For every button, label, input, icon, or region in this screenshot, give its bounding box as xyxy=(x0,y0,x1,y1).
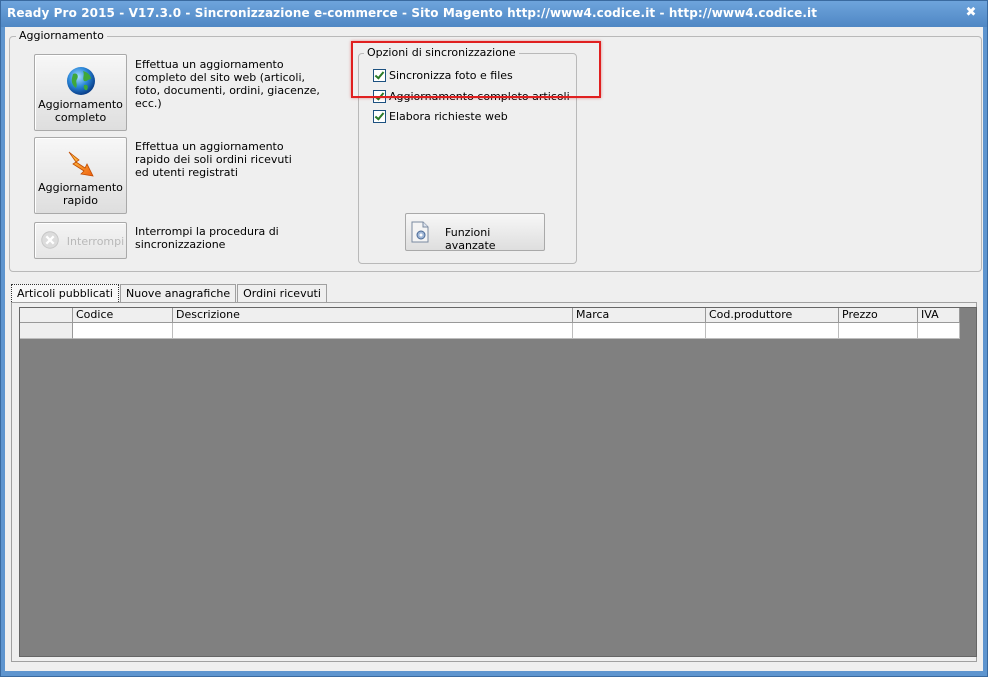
aggiornamento-group-title: Aggiornamento xyxy=(16,29,107,42)
tab-articoli-pubblicati[interactable]: Articoli pubblicati xyxy=(11,284,119,304)
column-header[interactable]: Descrizione xyxy=(173,308,573,322)
column-header[interactable]: Marca xyxy=(573,308,706,322)
close-button[interactable]: ✖ xyxy=(963,5,979,21)
grid-cell[interactable] xyxy=(706,323,839,339)
checkbox-checked-icon xyxy=(373,110,386,123)
funzioni-avanzate-label: Funzioni avanzate xyxy=(445,226,496,252)
column-header[interactable]: Cod.produttore xyxy=(706,308,839,322)
tab-panel: Codice Descrizione Marca Cod.produttore … xyxy=(11,302,977,662)
grid-cell[interactable] xyxy=(839,323,918,339)
aggiornamento-completo-button[interactable]: Aggiornamento completo xyxy=(34,54,127,131)
window-title: Ready Pro 2015 - V17.3.0 - Sincronizzazi… xyxy=(7,6,818,20)
interrompi-description: Interrompi la procedura di sincronizzazi… xyxy=(135,225,279,251)
aggiornamento-rapido-button[interactable]: Aggiornamento rapido xyxy=(34,137,127,214)
row-indicator[interactable] xyxy=(20,323,73,339)
tab-nuove-anagrafiche[interactable]: Nuove anagrafiche xyxy=(120,284,237,303)
document-gear-icon xyxy=(411,221,429,243)
elabora-richieste-label: Elabora richieste web xyxy=(389,110,508,123)
tab-strip: Articoli pubblicati Nuove anagrafiche Or… xyxy=(11,284,328,304)
sincronizza-foto-checkbox[interactable]: Sincronizza foto e files xyxy=(373,69,513,82)
stop-gear-icon xyxy=(41,231,59,249)
aggiornamento-completo-description: Effettua un aggiornamento completo del s… xyxy=(135,58,320,110)
elabora-richieste-checkbox[interactable]: Elabora richieste web xyxy=(373,110,508,123)
lightning-arrow-icon xyxy=(68,151,94,177)
globe-icon xyxy=(67,67,95,95)
checkbox-checked-icon xyxy=(373,90,386,103)
interrompi-button[interactable]: Interrompi xyxy=(34,222,127,259)
client-area: Aggiornamento Aggiornamento completo Eff… xyxy=(5,27,983,671)
aggiornamento-articoli-checkbox[interactable]: Aggiornamento completo articoli xyxy=(373,90,570,103)
column-header[interactable]: IVA xyxy=(918,308,960,322)
column-header[interactable]: Codice xyxy=(73,308,173,322)
grid-cell[interactable] xyxy=(173,323,573,339)
aggiornamento-rapido-description: Effettua un aggiornamento rapido dei sol… xyxy=(135,140,292,179)
tab-ordini-ricevuti[interactable]: Ordini ricevuti xyxy=(237,284,327,303)
title-bar[interactable]: Ready Pro 2015 - V17.3.0 - Sincronizzazi… xyxy=(1,1,987,27)
interrompi-label: Interrompi xyxy=(66,235,125,248)
column-header[interactable]: Prezzo xyxy=(839,308,918,322)
checkbox-checked-icon xyxy=(373,69,386,82)
aggiornamento-articoli-label: Aggiornamento completo articoli xyxy=(389,90,570,103)
sincronizza-foto-label: Sincronizza foto e files xyxy=(389,69,513,82)
aggiornamento-rapido-label: Aggiornamento rapido xyxy=(38,181,123,207)
grid-cell[interactable] xyxy=(573,323,706,339)
app-window: Ready Pro 2015 - V17.3.0 - Sincronizzazi… xyxy=(0,0,988,677)
aggiornamento-completo-label: Aggiornamento completo xyxy=(38,98,123,124)
grid-cell[interactable] xyxy=(918,323,960,339)
row-indicator-header xyxy=(20,308,73,322)
articoli-grid[interactable]: Codice Descrizione Marca Cod.produttore … xyxy=(19,307,977,657)
funzioni-avanzate-button[interactable]: Funzioni avanzate xyxy=(405,213,545,252)
grid-cell[interactable] xyxy=(73,323,173,339)
grid-header: Codice Descrizione Marca Cod.produttore … xyxy=(20,308,960,323)
opzioni-group-title: Opzioni di sincronizzazione xyxy=(364,46,519,59)
table-row[interactable] xyxy=(20,323,960,339)
